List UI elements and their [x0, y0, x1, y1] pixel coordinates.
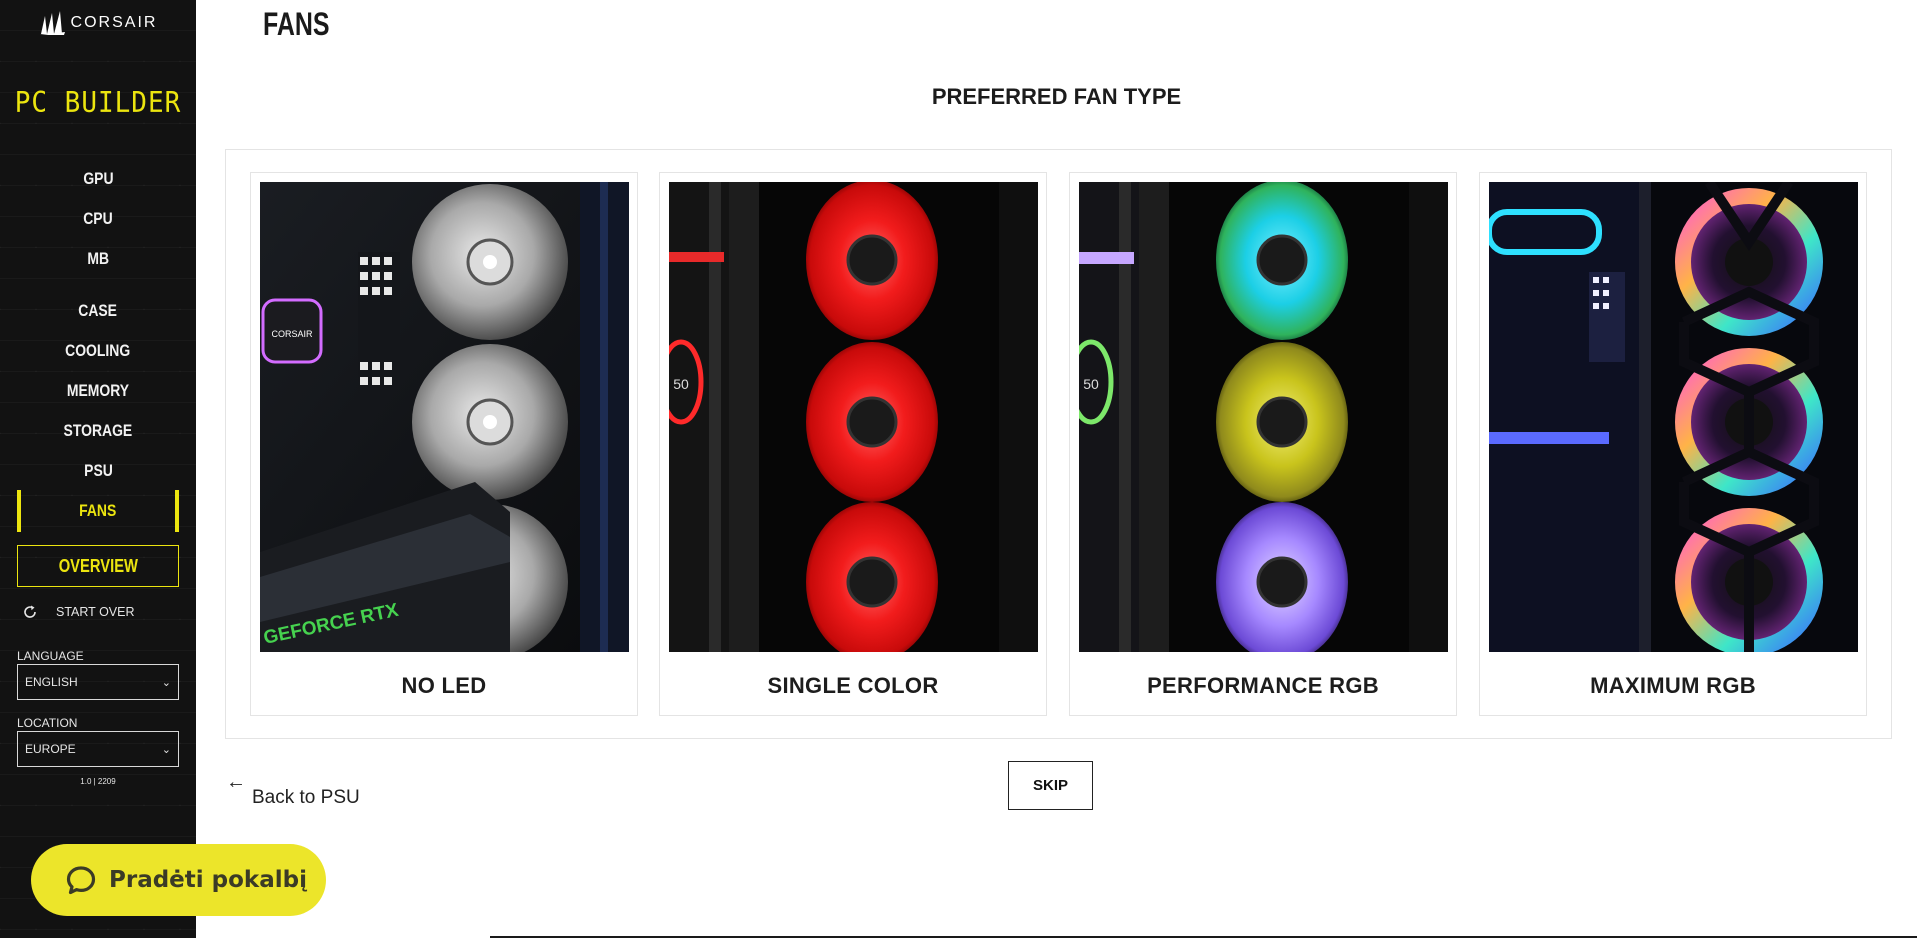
option-card-performance-rgb[interactable]: 50 PERFORMANCE RGB — [1069, 172, 1457, 716]
svg-text:50: 50 — [1083, 376, 1099, 392]
location-value: EUROPE — [25, 742, 76, 756]
language-select[interactable]: ENGLISH ⌄ — [17, 664, 179, 700]
page-title: FANS — [263, 6, 348, 43]
nav-item-memory[interactable]: MEMORY — [0, 376, 196, 406]
option-card-single-color[interactable]: 50 SINGLE COLOR — [659, 172, 1047, 716]
option-label: NO LED — [401, 673, 487, 698]
nav-item-gpu[interactable]: GPU — [0, 164, 196, 194]
nav-item-cpu[interactable]: CPU — [0, 204, 196, 234]
location-label: LOCATION — [17, 716, 78, 730]
chat-label: Pradėti pokalbį — [109, 867, 307, 893]
nav-item-mb[interactable]: MB — [0, 244, 196, 274]
svg-text:50: 50 — [673, 376, 689, 392]
nav-item-label: PSU — [83, 461, 113, 480]
refresh-icon — [22, 604, 38, 620]
nav-item-case[interactable]: CASE — [0, 296, 196, 326]
page-title-text: FANS — [263, 6, 330, 42]
overview-button[interactable]: OVERVIEW — [17, 545, 179, 587]
performance-rgb-fans-image: 50 — [1079, 182, 1448, 652]
start-over-label: START OVER — [56, 605, 135, 619]
option-label: MAXIMUM RGB — [1590, 673, 1756, 698]
chat-bubble-icon — [65, 864, 97, 896]
nav-item-label: STORAGE — [63, 421, 133, 440]
nav-item-label: FANS — [79, 501, 117, 520]
svg-text:CORSAIR: CORSAIR — [271, 329, 313, 339]
nav-item-label: COOLING — [65, 341, 131, 360]
option-label: SINGLE COLOR — [767, 673, 939, 698]
app-title: PC BUILDER — [14, 86, 182, 120]
corsair-brand[interactable]: CORSAIR — [0, 10, 196, 36]
arrow-left-icon: ← — [226, 771, 246, 793]
single-color-fans-image: 50 — [669, 182, 1038, 652]
nav-item-psu[interactable]: PSU — [0, 456, 196, 486]
skip-button[interactable]: SKIP — [1008, 761, 1093, 810]
nav-item-cooling[interactable]: COOLING — [0, 336, 196, 366]
option-card-maximum-rgb[interactable]: MAXIMUM RGB — [1479, 172, 1867, 716]
sidebar: CORSAIR PC BUILDER GPU CPU MB CASE COOLI… — [0, 0, 196, 938]
brand-name: CORSAIR — [70, 14, 158, 31]
option-card-no-led[interactable]: CORSAIR GEFORCE RTX NO LED — [250, 172, 638, 716]
back-to-psu-link[interactable]: ← Back to PSU — [226, 771, 360, 809]
no-led-fans-image: CORSAIR GEFORCE RTX — [260, 182, 629, 652]
nav-item-label: CPU — [83, 209, 113, 228]
nav-item-label: GPU — [82, 169, 114, 188]
chevron-down-icon: ⌄ — [161, 677, 171, 689]
corsair-sails-icon — [39, 10, 67, 36]
location-select[interactable]: EUROPE ⌄ — [17, 731, 179, 767]
nav-item-label: CASE — [78, 301, 118, 320]
start-over-button[interactable]: START OVER — [22, 604, 135, 620]
nav-item-fans[interactable]: FANS — [0, 490, 196, 532]
language-label: LANGUAGE — [17, 649, 84, 663]
nav-item-storage[interactable]: STORAGE — [0, 416, 196, 446]
section-title: PREFERRED FAN TYPE — [931, 84, 1182, 109]
start-chat-button[interactable]: Pradėti pokalbį — [31, 844, 326, 916]
maximum-rgb-fans-image — [1489, 182, 1858, 652]
back-link-label: Back to PSU — [252, 787, 360, 808]
chevron-down-icon: ⌄ — [161, 744, 171, 756]
option-label: PERFORMANCE RGB — [1147, 673, 1379, 698]
nav-item-label: MB — [87, 249, 109, 268]
overview-label: OVERVIEW — [58, 555, 138, 576]
language-value: ENGLISH — [25, 675, 78, 689]
version-text: 1.0 | 2209 — [80, 777, 116, 786]
nav-item-label: MEMORY — [66, 381, 130, 400]
